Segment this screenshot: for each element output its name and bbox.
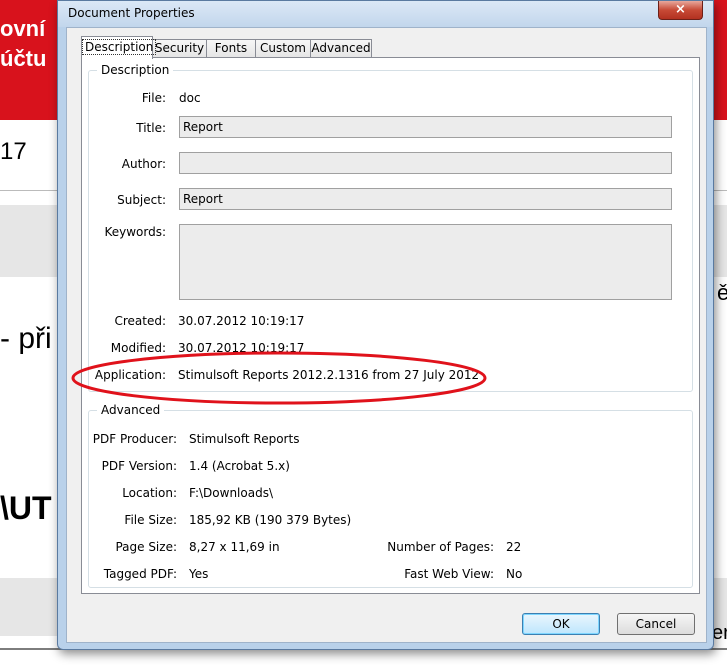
description-tab-page: Description File: doc Title: Author: Sub… <box>71 57 700 594</box>
pdf-producer-label: PDF Producer: <box>92 432 177 446</box>
tab-fonts[interactable]: Fonts <box>206 39 256 58</box>
file-size-label: File Size: <box>124 513 177 527</box>
location-value: F:\Downloads\ <box>189 486 273 500</box>
background-edge-text-1: ě <box>717 280 727 305</box>
file-size-value: 185,92 KB (190 379 Bytes) <box>189 513 352 527</box>
background-red-text-2: účtu <box>0 46 47 71</box>
background-edge-text-2: er <box>712 622 727 644</box>
keywords-label: Keywords: <box>104 225 166 239</box>
location-label: Location: <box>122 486 177 500</box>
tagged-pdf-value: Yes <box>189 567 209 581</box>
pdf-version-value: 1.4 (Acrobat 5.x) <box>189 459 290 473</box>
title-label: Title: <box>136 121 166 135</box>
tab-security[interactable]: Security <box>152 39 207 58</box>
created-value: 30.07.2012 10:19:17 <box>178 314 305 328</box>
title-bar[interactable]: Document Properties × <box>58 1 713 27</box>
dialog-title: Document Properties <box>68 6 195 20</box>
title-field[interactable] <box>179 116 672 138</box>
file-label: File: <box>141 91 166 105</box>
file-value: doc <box>179 91 201 105</box>
description-legend: Description <box>97 63 174 77</box>
close-icon[interactable]: × <box>658 1 703 20</box>
number-of-pages-value: 22 <box>506 540 522 554</box>
fast-web-view-value: No <box>506 567 523 581</box>
page-size-label: Page Size: <box>115 540 177 554</box>
subject-label: Subject: <box>117 193 166 207</box>
fast-web-view-label: Fast Web View: <box>404 567 494 581</box>
background-red-text-1: ovní <box>0 16 46 41</box>
pdf-producer-value: Stimulsoft Reports <box>189 432 300 446</box>
page-size-value: 8,27 x 11,69 in <box>189 540 280 554</box>
author-label: Author: <box>121 157 166 171</box>
advanced-group: Advanced <box>88 403 693 588</box>
author-field[interactable] <box>179 152 672 174</box>
tagged-pdf-label: Tagged PDF: <box>103 567 177 581</box>
annotation-ellipse <box>71 351 487 405</box>
keywords-field[interactable] <box>179 224 672 300</box>
background-text-2: \UT <box>0 490 52 526</box>
number-of-pages-label: Number of Pages: <box>387 540 494 554</box>
cancel-button[interactable]: Cancel <box>617 613 695 635</box>
tab-advanced[interactable]: Advanced <box>310 39 372 58</box>
background-row-number: 17 <box>0 138 27 165</box>
ok-button[interactable]: OK <box>522 613 600 635</box>
background-text-1: - při <box>0 322 52 355</box>
pdf-version-label: PDF Version: <box>101 459 177 473</box>
dialog-client: Description Security Fonts Custom Advanc… <box>66 27 707 643</box>
document-properties-dialog: Document Properties × Description Securi… <box>57 0 714 650</box>
tab-description[interactable]: Description <box>81 36 157 59</box>
subject-field[interactable] <box>179 188 672 210</box>
created-label: Created: <box>114 314 166 328</box>
tab-custom[interactable]: Custom <box>255 39 311 58</box>
